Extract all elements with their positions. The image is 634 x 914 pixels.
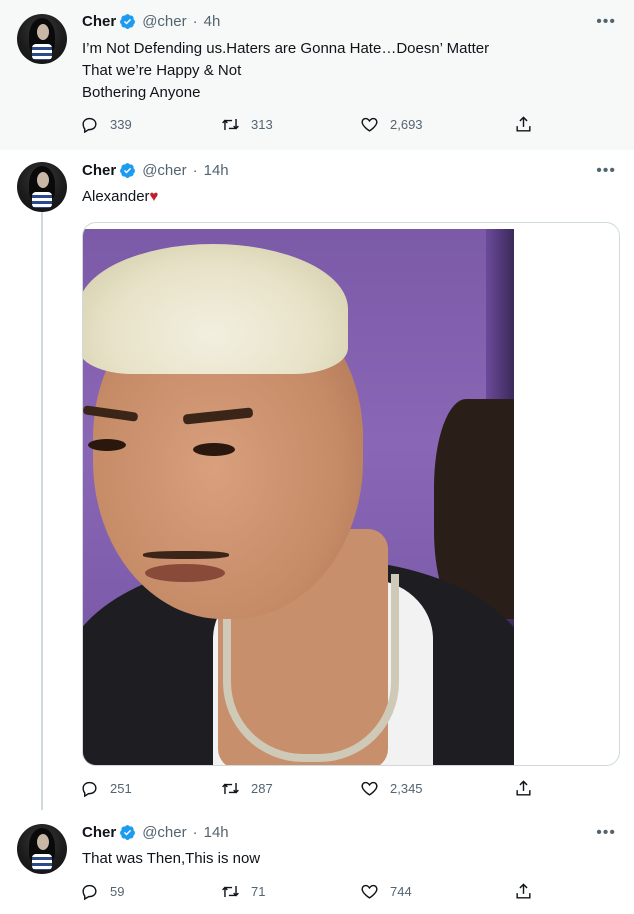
verified-badge-icon: [120, 14, 136, 29]
separator-dot: ·: [192, 824, 198, 841]
heart-icon: [361, 884, 378, 899]
heart-emoji-icon: ♥: [149, 188, 159, 205]
retweet-button[interactable]: 313: [221, 115, 273, 134]
more-options-button[interactable]: •••: [596, 13, 616, 31]
avatar-face: [37, 172, 49, 188]
tweet-1[interactable]: Cher @cher · 4h ••• I’m Not Defending us…: [0, 0, 634, 150]
avatar[interactable]: [17, 824, 67, 874]
separator-dot: ·: [192, 162, 198, 179]
retweet-icon: [222, 782, 239, 795]
separator-dot: ·: [192, 13, 198, 30]
tweet-header: Cher @cher · 4h: [82, 13, 220, 30]
timestamp[interactable]: 14h: [204, 162, 229, 179]
reply-count: 339: [110, 117, 132, 132]
avatar-shirt: [32, 44, 52, 60]
handle[interactable]: @cher: [142, 824, 186, 841]
retweet-icon: [222, 118, 239, 131]
tweet-text-line: That we’re Happy & Not: [82, 62, 242, 79]
heart-icon: [361, 117, 378, 132]
reply-icon: [82, 117, 97, 134]
like-button[interactable]: 744: [360, 882, 412, 901]
timestamp[interactable]: 14h: [204, 824, 229, 841]
share-icon: [516, 883, 531, 899]
handle[interactable]: @cher: [142, 162, 186, 179]
tweet-photo[interactable]: [82, 222, 620, 766]
like-count: 744: [390, 884, 412, 899]
tweet-text: Alexander♥: [82, 186, 158, 208]
reply-count: 59: [110, 884, 125, 899]
tweet-text-line: I’m Not Defending us.Haters are Gonna Ha…: [82, 40, 490, 57]
retweet-button[interactable]: 71: [221, 882, 265, 901]
avatar[interactable]: [17, 14, 67, 64]
action-bar: 251 287 2,345: [80, 779, 560, 803]
like-count: 2,345: [390, 781, 423, 796]
action-bar: 59 71 744: [80, 882, 560, 906]
heart-icon: [361, 781, 378, 796]
reply-icon: [82, 884, 97, 901]
action-bar: 339 313 2,693: [80, 115, 560, 139]
share-button[interactable]: [514, 779, 544, 798]
like-button[interactable]: 2,345: [360, 779, 423, 798]
avatar-shirt: [32, 192, 52, 208]
reply-count: 251: [110, 781, 132, 796]
retweet-count: 287: [251, 781, 273, 796]
reply-button[interactable]: 339: [80, 115, 132, 134]
reply-button[interactable]: 59: [80, 882, 124, 901]
retweet-count: 71: [251, 884, 266, 899]
display-name[interactable]: Cher: [82, 824, 116, 841]
retweet-icon: [222, 885, 239, 898]
avatar-face: [37, 24, 49, 40]
tweet-2[interactable]: Cher @cher · 14h ••• Alexander♥ 251 287 …: [0, 150, 634, 812]
photo-image: [83, 229, 514, 765]
tweet-text: I’m Not Defending us.Haters are Gonna Ha…: [82, 38, 489, 104]
verified-badge-icon: [120, 163, 136, 178]
tweet-text-line: That was Then,This is now: [82, 850, 261, 867]
share-button[interactable]: [514, 882, 544, 901]
avatar-shirt: [32, 854, 52, 870]
avatar[interactable]: [17, 162, 67, 212]
like-count: 2,693: [390, 117, 423, 132]
retweet-count: 313: [251, 117, 273, 132]
share-icon: [516, 116, 531, 132]
retweet-button[interactable]: 287: [221, 779, 273, 798]
timestamp[interactable]: 4h: [204, 13, 221, 30]
display-name[interactable]: Cher: [82, 162, 116, 179]
tweet-text-line: Alexander: [82, 188, 150, 205]
handle[interactable]: @cher: [142, 13, 186, 30]
tweet-3[interactable]: Cher @cher · 14h ••• That was Then,This …: [0, 812, 634, 914]
tweet-header: Cher @cher · 14h: [82, 824, 229, 841]
tweet-header: Cher @cher · 14h: [82, 162, 229, 179]
like-button[interactable]: 2,693: [360, 115, 423, 134]
share-icon: [516, 780, 531, 796]
reply-button[interactable]: 251: [80, 779, 132, 798]
reply-icon: [82, 781, 97, 798]
tweet-text-line: Bothering Anyone: [82, 84, 201, 101]
display-name[interactable]: Cher: [82, 13, 116, 30]
tweet-text: That was Then,This is now: [82, 848, 260, 870]
share-button[interactable]: [514, 115, 544, 134]
more-options-button[interactable]: •••: [596, 162, 616, 180]
thread-connector-line: [41, 212, 43, 810]
verified-badge-icon: [120, 825, 136, 840]
more-options-button[interactable]: •••: [596, 824, 616, 842]
avatar-face: [37, 834, 49, 850]
